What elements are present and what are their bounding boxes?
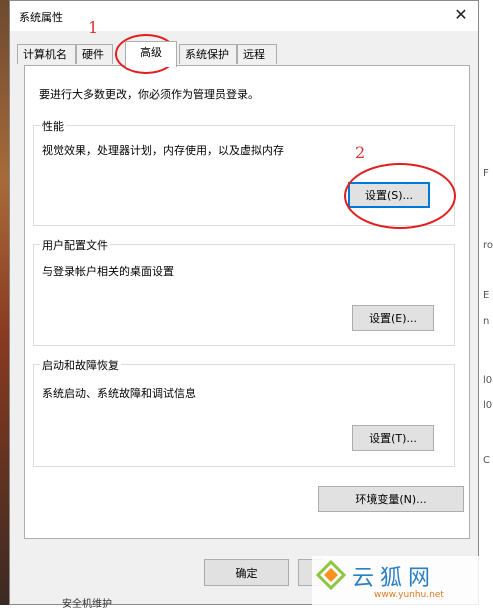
- tab-remote[interactable]: 远程: [237, 44, 277, 64]
- window-title: 系统属性: [19, 11, 63, 24]
- annotation-step-2: 2: [355, 143, 366, 162]
- tab-advanced[interactable]: 高级: [125, 41, 177, 67]
- user-profiles-title: 用户配置文件: [40, 237, 110, 253]
- user-profiles-group: 用户配置文件 与登录帐户相关的桌面设置 设置(E)...: [33, 237, 455, 346]
- startup-recovery-group: 启动和故障恢复 系统启动、系统故障和调试信息 设置(T)...: [33, 357, 455, 467]
- bg-fragment: l0: [483, 375, 493, 386]
- user-profiles-settings-button[interactable]: 设置(E)...: [352, 305, 434, 331]
- title-bar: 系统属性 ✕: [10, 1, 478, 31]
- performance-title: 性能: [40, 118, 66, 134]
- watermark-url: www.yunhu.net: [374, 590, 444, 600]
- startup-recovery-description: 系统启动、系统故障和调试信息: [42, 387, 196, 400]
- tab-computer-name[interactable]: 计算机名: [17, 44, 76, 64]
- startup-recovery-settings-button[interactable]: 设置(T)...: [352, 425, 434, 451]
- user-profiles-description: 与登录帐户相关的桌面设置: [42, 265, 174, 278]
- bg-fragment: E: [483, 290, 490, 301]
- watermark: 云狐网 www.yunhu.net: [312, 556, 493, 605]
- tab-system-protection[interactable]: 系统保护: [179, 44, 237, 64]
- performance-settings-button[interactable]: 设置(S)...: [348, 182, 430, 208]
- bg-fragment: ro: [483, 240, 493, 251]
- background-window-right: F ro E n l0 l0 C: [478, 0, 493, 605]
- admin-notice: 要进行大多数更改，你必须作为管理员登录。: [39, 88, 259, 101]
- performance-group: 性能 视觉效果，处理器计划，内存使用，以及虚拟内存 设置(S)...: [33, 118, 455, 226]
- environment-variables-button[interactable]: 环境变量(N)...: [318, 486, 464, 512]
- startup-recovery-title: 启动和故障恢复: [40, 357, 121, 373]
- system-properties-dialog: 系统属性 ✕ 计算机名 硬件 高级 系统保护 远程 要进行大多数更改，你必须作为…: [9, 0, 479, 605]
- bg-fragment: l0: [483, 400, 493, 411]
- bg-fragment: C: [483, 455, 490, 466]
- advanced-tab-panel: 要进行大多数更改，你必须作为管理员登录。 性能 视觉效果，处理器计划，内存使用，…: [24, 65, 470, 539]
- watermark-brand: 云狐网: [352, 566, 437, 591]
- annotation-step-1: 1: [88, 18, 99, 37]
- yunhu-logo-icon: [316, 560, 346, 590]
- bg-fragment: n: [483, 316, 490, 327]
- bg-fragment: F: [483, 168, 489, 179]
- background-taskbar-text: 安全机维护: [62, 599, 112, 610]
- close-icon[interactable]: ✕: [450, 4, 472, 26]
- ok-button[interactable]: 确定: [204, 559, 289, 586]
- tab-hardware[interactable]: 硬件: [76, 44, 113, 64]
- performance-description: 视觉效果，处理器计划，内存使用，以及虚拟内存: [42, 144, 284, 157]
